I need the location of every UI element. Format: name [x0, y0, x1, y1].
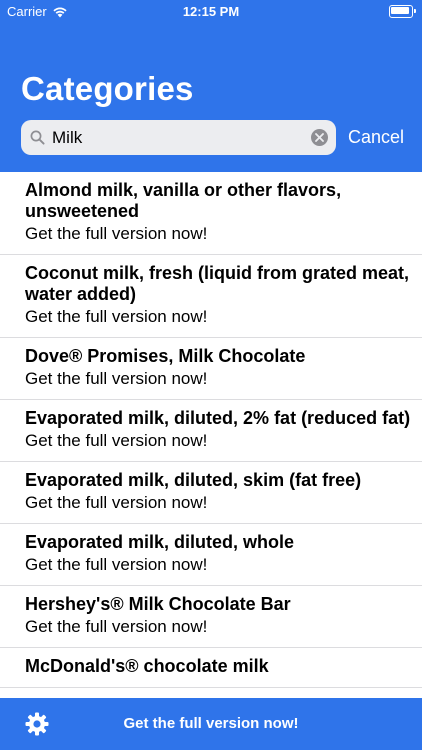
list-item[interactable]: Evaporated milk, diluted, 2% fat (reduce…: [0, 400, 422, 462]
search-input[interactable]: Milk: [52, 128, 82, 148]
status-bar: Carrier 12:15 PM: [0, 0, 422, 22]
item-subtitle: Get the full version now!: [25, 307, 208, 326]
search-icon: [30, 130, 45, 145]
list-item[interactable]: McDonald's® chocolate milk: [0, 648, 422, 688]
status-time: 12:15 PM: [182, 4, 240, 19]
list-item[interactable]: Almond milk, vanilla or other flavors, u…: [0, 172, 422, 255]
battery-icon: [389, 5, 416, 18]
item-title: Evaporated milk, diluted, whole: [25, 532, 295, 552]
upgrade-bar: Get the full version now!: [0, 698, 422, 750]
page-title: Categories: [21, 70, 194, 107]
item-subtitle: Get the full version now!: [25, 493, 208, 512]
item-subtitle: Get the full version now!: [25, 224, 208, 243]
close-icon: [315, 133, 324, 142]
item-title: Evaporated milk, diluted, 2% fat (reduce…: [25, 408, 411, 428]
item-title: Coconut milk, fresh (liquid from grated …: [25, 263, 410, 304]
item-subtitle: Get the full version now!: [25, 431, 208, 450]
item-title: Hershey's® Milk Chocolate Bar: [25, 594, 291, 614]
list-item[interactable]: Dove® Promises, Milk Chocolate Get the f…: [0, 338, 422, 400]
header: Carrier 12:15 PM Categories Milk Cancel: [0, 0, 422, 172]
list-item[interactable]: Evaporated milk, diluted, whole Get the …: [0, 524, 422, 586]
item-subtitle: Get the full version now!: [25, 369, 208, 388]
item-title: McDonald's® chocolate milk: [25, 656, 269, 676]
clear-search-icon[interactable]: [311, 129, 328, 146]
cancel-button[interactable]: Cancel: [348, 127, 404, 148]
list-item[interactable]: Evaporated milk, diluted, skim (fat free…: [0, 462, 422, 524]
item-title: Dove® Promises, Milk Chocolate: [25, 346, 306, 366]
results-list: Almond milk, vanilla or other flavors, u…: [0, 172, 422, 688]
search-field[interactable]: Milk: [21, 120, 336, 155]
item-title: Evaporated milk, diluted, skim (fat free…: [25, 470, 362, 490]
get-full-version-button[interactable]: Get the full version now!: [0, 715, 422, 732]
item-subtitle: Get the full version now!: [25, 555, 208, 574]
list-item[interactable]: Hershey's® Milk Chocolate Bar Get the fu…: [0, 586, 422, 648]
item-title: Almond milk, vanilla or other flavors, u…: [25, 180, 342, 221]
item-subtitle: Get the full version now!: [25, 617, 208, 636]
list-item[interactable]: Coconut milk, fresh (liquid from grated …: [0, 255, 422, 338]
